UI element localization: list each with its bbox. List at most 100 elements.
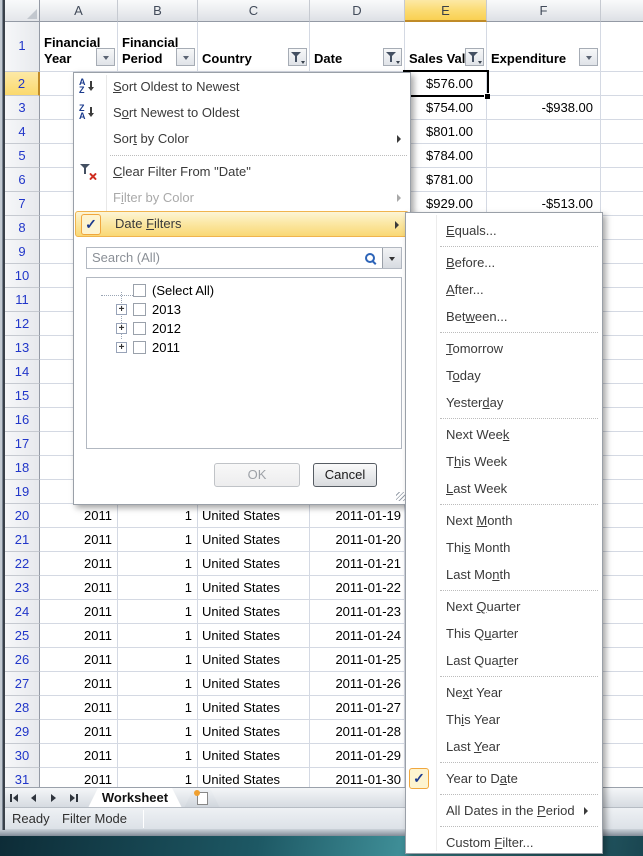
cell-g10[interactable] [601, 264, 643, 288]
cell-g26[interactable] [601, 648, 643, 672]
tree-expander-icon[interactable]: + [116, 323, 127, 334]
tree-item-2011[interactable]: +2011 [87, 339, 401, 358]
cell-c28[interactable]: United States [198, 696, 310, 720]
column-header-A[interactable]: A [40, 0, 118, 22]
row-header-1[interactable]: 1 [5, 22, 40, 72]
cell-f4[interactable] [487, 120, 601, 144]
cell-g30[interactable] [601, 744, 643, 768]
row-header-9[interactable]: 9 [5, 240, 40, 264]
cell-a27[interactable]: 2011 [40, 672, 118, 696]
filter-button-c[interactable] [288, 48, 307, 66]
column-header-overflow[interactable] [601, 0, 643, 22]
row-header-14[interactable]: 14 [5, 360, 40, 384]
header-cell-c[interactable]: Country [198, 22, 310, 72]
tree-checkbox[interactable] [133, 322, 146, 335]
next-sheet-button[interactable] [45, 790, 62, 806]
row-header-2[interactable]: 2 [5, 72, 40, 96]
cell-g14[interactable] [601, 360, 643, 384]
row-header-23[interactable]: 23 [5, 576, 40, 600]
cell-b23[interactable]: 1 [118, 576, 198, 600]
sheet-tab-worksheet[interactable]: Worksheet [88, 788, 182, 808]
cell-a28[interactable]: 2011 [40, 696, 118, 720]
cell-b26[interactable]: 1 [118, 648, 198, 672]
filter-button-b[interactable] [176, 48, 195, 66]
tree-checkbox[interactable] [133, 303, 146, 316]
cell-g25[interactable] [601, 624, 643, 648]
cell-g11[interactable] [601, 288, 643, 312]
filter-button-a[interactable] [96, 48, 115, 66]
search-input[interactable]: Search (All) [86, 247, 402, 269]
cell-a23[interactable]: 2011 [40, 576, 118, 600]
row-header-22[interactable]: 22 [5, 552, 40, 576]
fill-handle[interactable] [484, 93, 490, 99]
cell-c23[interactable]: United States [198, 576, 310, 600]
menu-item-last-month[interactable]: Last Month [406, 561, 602, 588]
menu-item-this-quarter[interactable]: This Quarter [406, 620, 602, 647]
cell-d25[interactable]: 2011-01-24 [310, 624, 405, 648]
cell-g20[interactable] [601, 504, 643, 528]
search-dropdown-button[interactable] [382, 248, 401, 268]
menu-item-tomorrow[interactable]: Tomorrow [406, 335, 602, 362]
row-header-7[interactable]: 7 [5, 192, 40, 216]
insert-worksheet-button[interactable] [184, 790, 220, 808]
cell-b28[interactable]: 1 [118, 696, 198, 720]
cell-a30[interactable]: 2011 [40, 744, 118, 768]
row-header-15[interactable]: 15 [5, 384, 40, 408]
header-cell-d[interactable]: Date [310, 22, 405, 72]
row-header-3[interactable]: 3 [5, 96, 40, 120]
cell-d29[interactable]: 2011-01-28 [310, 720, 405, 744]
cell-a21[interactable]: 2011 [40, 528, 118, 552]
header-cell-f[interactable]: Expenditure [487, 22, 601, 72]
row-header-20[interactable]: 20 [5, 504, 40, 528]
cell-b25[interactable]: 1 [118, 624, 198, 648]
menu-item-today[interactable]: Today [406, 362, 602, 389]
menu-item-clear-filter-from-date[interactable]: Clear Filter From "Date" [74, 159, 410, 185]
menu-item-last-year[interactable]: Last Year [406, 733, 602, 760]
row-header-8[interactable]: 8 [5, 216, 40, 240]
cell-a31[interactable]: 2011 [40, 768, 118, 787]
cell-g5[interactable] [601, 144, 643, 168]
prev-sheet-button[interactable] [25, 790, 42, 806]
cell-e6[interactable]: $781.00 [405, 168, 487, 192]
row-header-10[interactable]: 10 [5, 264, 40, 288]
header-cell-b[interactable]: Financial Period [118, 22, 198, 72]
menu-item-this-week[interactable]: This Week [406, 448, 602, 475]
cell-c21[interactable]: United States [198, 528, 310, 552]
row-header-13[interactable]: 13 [5, 336, 40, 360]
cell-d27[interactable]: 2011-01-26 [310, 672, 405, 696]
cell-g9[interactable] [601, 240, 643, 264]
header-cell-a[interactable]: Financial Year [40, 22, 118, 72]
cell-c27[interactable]: United States [198, 672, 310, 696]
menu-item-yesterday[interactable]: Yesterday [406, 389, 602, 416]
row-header-27[interactable]: 27 [5, 672, 40, 696]
menu-item-sort-by-color[interactable]: Sort by Color [74, 126, 410, 152]
cell-f5[interactable] [487, 144, 601, 168]
cell-g6[interactable] [601, 168, 643, 192]
cell-g8[interactable] [601, 216, 643, 240]
menu-item-filter-by-color[interactable]: Filter by Color [74, 185, 410, 211]
cell-g12[interactable] [601, 312, 643, 336]
menu-item-next-year[interactable]: Next Year [406, 679, 602, 706]
cell-g31[interactable] [601, 768, 643, 787]
row-header-31[interactable]: 31 [5, 768, 40, 787]
menu-item-equals[interactable]: Equals... [406, 217, 602, 244]
cell-g29[interactable] [601, 720, 643, 744]
menu-item-all-dates-in-the-period[interactable]: All Dates in the Period [406, 797, 602, 824]
cell-g21[interactable] [601, 528, 643, 552]
cell-g23[interactable] [601, 576, 643, 600]
cell-g17[interactable] [601, 432, 643, 456]
menu-item-sort-newest-to-oldest[interactable]: ZASort Newest to Oldest [74, 100, 410, 126]
tree-item-select-all[interactable]: (Select All) [87, 282, 401, 301]
select-all-corner[interactable] [5, 0, 40, 22]
menu-item-this-year[interactable]: This Year [406, 706, 602, 733]
row-header-26[interactable]: 26 [5, 648, 40, 672]
menu-item-date-filters[interactable]: ✓Date Filters [75, 211, 409, 237]
cell-a22[interactable]: 2011 [40, 552, 118, 576]
row-header-19[interactable]: 19 [5, 480, 40, 504]
cell-c30[interactable]: United States [198, 744, 310, 768]
cell-a25[interactable]: 2011 [40, 624, 118, 648]
cell-d20[interactable]: 2011-01-19 [310, 504, 405, 528]
cell-d24[interactable]: 2011-01-23 [310, 600, 405, 624]
tree-item-2013[interactable]: +2013 [87, 301, 401, 320]
tree-checkbox[interactable] [133, 341, 146, 354]
